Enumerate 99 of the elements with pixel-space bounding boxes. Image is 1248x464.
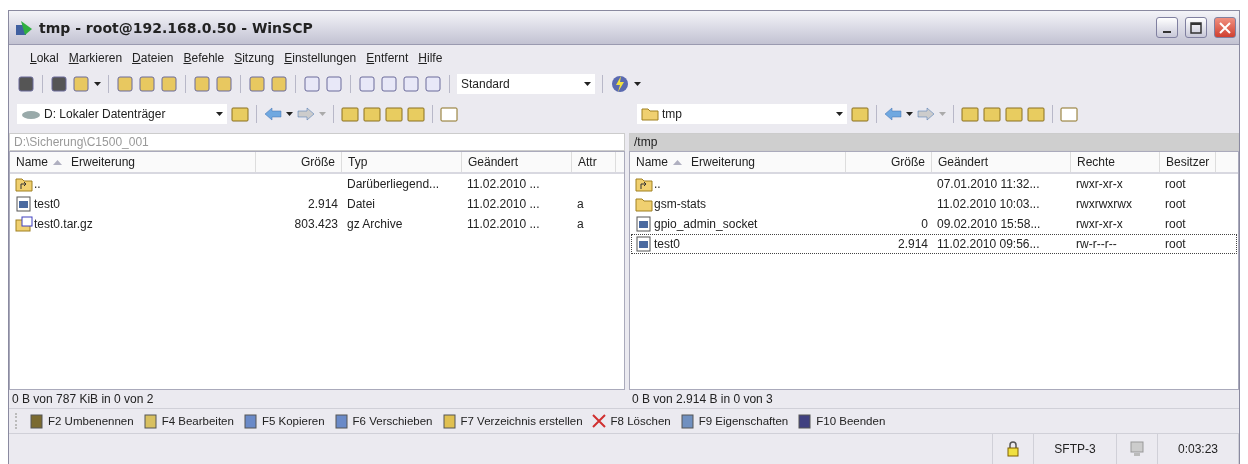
cell-text: 11.02.2010 ... — [467, 217, 540, 231]
column-header[interactable]: Name Erweiterung — [10, 152, 256, 172]
cell-text: rw-r--r-- — [1076, 237, 1117, 251]
function-key-button[interactable]: F5 Kopieren — [238, 413, 328, 429]
cell-text: Datei — [347, 197, 375, 211]
folder-icon[interactable] — [851, 106, 869, 122]
cell-text: .. — [34, 177, 41, 191]
transfer-settings-dropdown[interactable]: Standard — [457, 74, 595, 94]
cell-text: 11.02.2010 ... — [467, 197, 540, 211]
cell-text: rwxr-xr-x — [1076, 217, 1123, 231]
caret-icon[interactable] — [94, 82, 101, 86]
path-text: D:\Sicherung\C1500_001 — [14, 135, 149, 149]
cell-text: 09.02.2010 15:58... — [937, 217, 1041, 231]
protocol-label: SFTP-3 — [1034, 434, 1117, 464]
menu-item[interactable]: Befehle — [178, 49, 230, 67]
function-key-button[interactable]: F7 Verzeichnis erstellen — [437, 413, 586, 429]
close-button[interactable] — [1214, 17, 1236, 38]
column-header[interactable]: Rechte — [1071, 152, 1160, 172]
cell-text: 07.01.2010 11:32... — [937, 177, 1040, 191]
cell-text: gz Archive — [347, 217, 403, 231]
column-header-text: Erweiterung — [71, 155, 136, 169]
file-row[interactable]: test0 2.914 Datei 11.02.2010 ... a — [11, 194, 623, 214]
column-header[interactable]: Besitzer — [1160, 152, 1217, 172]
cell-text: gpio_admin_socket — [654, 217, 758, 231]
menu-item[interactable]: Dateien — [127, 49, 179, 67]
cell-text: 2.914 — [897, 237, 928, 251]
cell-text: Darüberliegend... — [347, 177, 440, 191]
cell-text: root — [1165, 217, 1186, 231]
caret-icon — [836, 112, 843, 116]
column-header-text: Erweiterung — [691, 155, 756, 169]
file-row[interactable]: test0.tar.gz 803.423 gz Archive 11.02.2010 ... a — [11, 214, 623, 234]
sort-arrow-icon — [53, 159, 62, 165]
file-row[interactable]: test0 2.914 11.02.2010 09:56... rw-r--r-- root — [631, 234, 1237, 254]
maximize-button[interactable] — [1185, 17, 1207, 38]
function-key-button[interactable]: F6 Verschieben — [329, 413, 436, 429]
file-row[interactable]: gsm-stats 11.02.2010 10:03... rwxrwxrwx root — [631, 194, 1237, 214]
function-key-button[interactable]: F9 Eigenschaften — [675, 413, 792, 429]
caret-icon[interactable] — [286, 112, 293, 116]
maximize-icon — [1190, 21, 1202, 34]
column-header[interactable]: Größe — [846, 152, 932, 172]
cell-text: 11.02.2010 10:03... — [937, 197, 1040, 211]
cell-text: 11.02.2010 ... — [467, 177, 540, 191]
function-key-button[interactable]: F10 Beenden — [793, 413, 889, 429]
caret-icon[interactable] — [906, 112, 913, 116]
panel-status: 0 B von 787 KiB in 0 von 2 — [11, 391, 155, 408]
cell-text: test0.tar.gz — [34, 217, 93, 231]
path-text: /tmp — [634, 135, 658, 149]
minimize-icon — [1163, 30, 1171, 33]
menu-item[interactable]: Hilfe — [413, 49, 448, 67]
cell-text: root — [1165, 177, 1186, 191]
window-title: tmp - root@192.168.0.50 - WinSCP — [39, 19, 313, 36]
lock-icon — [1006, 441, 1020, 457]
session-time: 0:03:23 — [1158, 434, 1239, 464]
menu-item[interactable]: Lokal — [25, 49, 64, 67]
column-header[interactable]: Geändert — [462, 152, 572, 172]
panel-status: 0 B von 2.914 B in 0 von 3 — [631, 391, 774, 408]
cell-text: a — [577, 217, 584, 231]
cell-text: test0 — [34, 197, 60, 211]
location-dropdown[interactable]: tmp — [637, 104, 847, 124]
function-key-button[interactable]: F4 Bearbeiten — [138, 413, 237, 429]
close-icon — [1219, 21, 1231, 34]
caret-icon[interactable] — [634, 82, 641, 86]
sort-arrow-icon — [673, 159, 682, 165]
column-header[interactable]: Name Erweiterung — [630, 152, 846, 172]
app-icon — [15, 18, 33, 37]
cell-text: 11.02.2010 09:56... — [937, 237, 1040, 251]
cell-text: a — [577, 197, 584, 211]
column-header[interactable]: Geändert — [932, 152, 1071, 172]
menu-item[interactable]: Einstellungen — [279, 49, 362, 67]
column-header[interactable]: Attr — [572, 152, 616, 172]
cell-text: gsm-stats — [654, 197, 706, 211]
function-key-button[interactable]: F8 Löschen — [587, 413, 674, 429]
folder-icon — [641, 107, 659, 121]
file-row[interactable]: gpio_admin_socket 0 09.02.2010 15:58... rwxr-xr-x root — [631, 214, 1237, 234]
cell-text: 2.914 — [307, 197, 338, 211]
cell-text: test0 — [654, 237, 680, 251]
caret-icon — [584, 82, 591, 86]
cell-text: root — [1165, 237, 1186, 251]
globe-lightning-icon[interactable] — [610, 74, 630, 94]
cell-text: 0 — [921, 217, 928, 231]
folder-icon[interactable] — [231, 106, 249, 122]
cell-text: root — [1165, 197, 1186, 211]
file-row[interactable]: .. 07.01.2010 11:32... rwxr-xr-x root — [631, 174, 1237, 194]
cell-text: 803.423 — [294, 217, 338, 231]
column-header[interactable]: Typ — [342, 152, 462, 172]
column-header[interactable]: Größe — [256, 152, 342, 172]
menu-item[interactable]: Markieren — [63, 49, 128, 67]
minimize-button[interactable] — [1156, 17, 1178, 38]
cell-text: rwxrwxrwx — [1076, 197, 1132, 211]
menu-item[interactable]: Entfernt — [361, 49, 414, 67]
drive-icon — [21, 108, 41, 120]
caret-icon — [216, 112, 223, 116]
function-key-button[interactable]: F2 Umbenennen — [25, 413, 137, 429]
menu-item[interactable]: Sitzung — [229, 49, 280, 67]
file-row[interactable]: .. Darüberliegend... 11.02.2010 ... — [11, 174, 623, 194]
cell-text: .. — [654, 177, 661, 191]
cell-text: rwxr-xr-x — [1076, 177, 1123, 191]
computer-icon — [1129, 441, 1145, 457]
location-dropdown[interactable]: D: Lokaler Datenträger — [17, 104, 227, 124]
